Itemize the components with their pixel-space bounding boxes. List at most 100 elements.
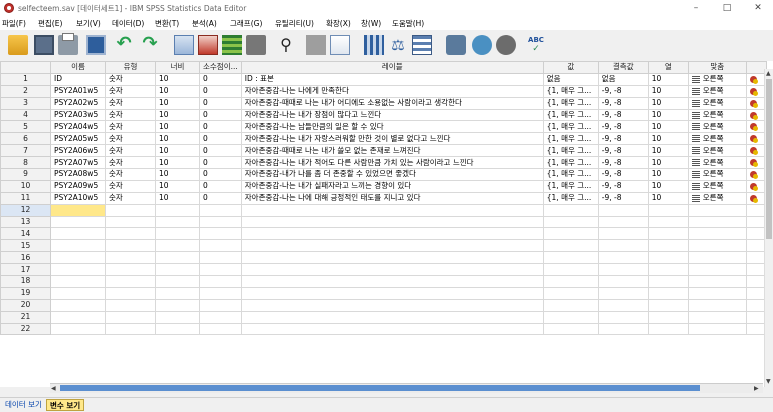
empty-cell[interactable] bbox=[687, 215, 747, 229]
width-cell[interactable]: 10 bbox=[155, 156, 200, 170]
align-cell[interactable]: 오른쪽 bbox=[687, 168, 747, 181]
empty-cell[interactable] bbox=[50, 310, 106, 324]
missing-cell[interactable]: -9, -8 bbox=[597, 108, 649, 122]
values-cell[interactable]: {1, 매우 그... bbox=[542, 84, 599, 98]
row-number[interactable]: 10 bbox=[0, 179, 51, 193]
empty-cell[interactable] bbox=[542, 203, 599, 217]
label-cell[interactable]: ID : 표본 bbox=[240, 72, 544, 86]
select-cases-icon[interactable] bbox=[412, 35, 432, 55]
table-row[interactable]: 9 PSY2A08w5 숫자 10 0 자아존중감-내가 나를 좀 더 존중할 수 있었으… bbox=[0, 168, 767, 181]
empty-cell[interactable] bbox=[105, 286, 156, 300]
row-number[interactable]: 5 bbox=[0, 120, 51, 134]
table-row[interactable]: 1 ID 숫자 10 0 ID : 표본 없음 없음 10 오른쪽 bbox=[0, 72, 767, 86]
row-number[interactable]: 17 bbox=[0, 263, 51, 277]
empty-cell[interactable] bbox=[105, 298, 156, 312]
empty-cell[interactable] bbox=[105, 263, 156, 277]
empty-cell[interactable] bbox=[240, 310, 544, 324]
type-cell[interactable]: 숫자 bbox=[105, 156, 156, 170]
values-cell[interactable]: {1, 매우 그... bbox=[542, 179, 599, 193]
width-cell[interactable]: 10 bbox=[155, 191, 200, 205]
empty-cell[interactable] bbox=[199, 298, 242, 312]
row-number[interactable]: 3 bbox=[0, 96, 51, 110]
align-cell[interactable]: 오른쪽 bbox=[687, 144, 747, 158]
empty-cell[interactable] bbox=[155, 203, 200, 217]
empty-cell[interactable] bbox=[597, 310, 649, 324]
align-cell[interactable]: 오른쪽 bbox=[687, 108, 747, 122]
label-cell[interactable]: 자아존중감-나는 내가 적어도 다른 사람만큼 가치 있는 사람이라고 느낀다 bbox=[240, 156, 544, 170]
align-cell[interactable]: 오른쪽 bbox=[687, 72, 747, 86]
columns-cell[interactable]: 10 bbox=[647, 72, 689, 86]
empty-cell[interactable] bbox=[240, 215, 544, 229]
menu-analyze[interactable]: 분석(A) bbox=[192, 18, 217, 29]
col-header-label[interactable]: 레이블 bbox=[240, 61, 544, 74]
empty-cell[interactable] bbox=[50, 227, 106, 241]
values-cell[interactable]: 없음 bbox=[542, 72, 599, 86]
decimals-cell[interactable]: 0 bbox=[199, 96, 242, 110]
horizontal-scrollbar[interactable]: ◀ ▶ bbox=[50, 383, 763, 393]
empty-cell[interactable] bbox=[687, 310, 747, 324]
scroll-down-icon[interactable]: ▼ bbox=[766, 377, 771, 386]
type-cell[interactable]: 숫자 bbox=[105, 72, 156, 86]
row-number[interactable]: 7 bbox=[0, 144, 51, 158]
table-row[interactable]: 3 PSY2A02w5 숫자 10 0 자아존중감-때때로 나는 내가 어디에도 소용없는… bbox=[0, 96, 767, 110]
empty-cell[interactable] bbox=[155, 227, 200, 241]
spell-check-icon[interactable]: ABC bbox=[526, 35, 546, 55]
row-number[interactable]: 4 bbox=[0, 108, 51, 122]
columns-cell[interactable]: 10 bbox=[647, 144, 689, 158]
table-row[interactable]: 5 PSY2A04w5 숫자 10 0 자아존중감-나는 남들만큼의 일은 할 수 있다{… bbox=[0, 120, 767, 134]
missing-cell[interactable]: -9, -8 bbox=[597, 156, 649, 170]
minimize-button[interactable]: – bbox=[681, 0, 711, 16]
empty-cell[interactable] bbox=[105, 310, 156, 324]
row-number[interactable]: 1 bbox=[0, 72, 51, 86]
missing-cell[interactable]: -9, -8 bbox=[597, 132, 649, 146]
empty-cell[interactable] bbox=[155, 239, 200, 253]
empty-cell[interactable] bbox=[647, 263, 689, 277]
menu-window[interactable]: 창(W) bbox=[361, 18, 381, 29]
empty-cell[interactable] bbox=[155, 310, 200, 324]
table-row[interactable]: 4 PSY2A03w5 숫자 10 0 자아존중감-나는 내가 장점이 많다고 느낀다 {1… bbox=[0, 108, 767, 122]
maximize-button[interactable]: □ bbox=[712, 0, 742, 16]
scroll-right-icon[interactable]: ▶ bbox=[754, 384, 759, 393]
table-row[interactable]: 11 PSY2A10w5 숫자 10 0 자아존중감-나는 나에 대해 긍정적인 태도를 … bbox=[0, 191, 767, 205]
empty-cell[interactable] bbox=[597, 227, 649, 241]
label-cell[interactable]: 자아존중감-나는 나에게 만족한다 bbox=[240, 84, 544, 98]
decimals-cell[interactable]: 0 bbox=[199, 108, 242, 122]
name-cell[interactable]: PSY2A05w5 bbox=[50, 132, 106, 146]
columns-cell[interactable]: 10 bbox=[647, 84, 689, 98]
empty-cell[interactable] bbox=[240, 298, 544, 312]
align-cell[interactable]: 오른쪽 bbox=[687, 179, 747, 193]
table-row[interactable]: 17 bbox=[0, 263, 767, 277]
scroll-up-icon[interactable]: ▲ bbox=[766, 69, 771, 78]
empty-cell[interactable] bbox=[199, 215, 242, 229]
align-cell[interactable]: 오른쪽 bbox=[687, 191, 747, 205]
row-number[interactable]: 12 bbox=[0, 203, 51, 217]
empty-cell[interactable] bbox=[687, 298, 747, 312]
empty-cell[interactable] bbox=[155, 275, 200, 288]
values-cell[interactable]: {1, 매우 그... bbox=[542, 144, 599, 158]
empty-cell[interactable] bbox=[542, 298, 599, 312]
vertical-scroll-thumb[interactable] bbox=[766, 79, 772, 239]
empty-cell[interactable] bbox=[50, 215, 106, 229]
empty-cell[interactable] bbox=[240, 251, 544, 265]
columns-cell[interactable]: 10 bbox=[647, 191, 689, 205]
col-header-type[interactable]: 유형 bbox=[105, 61, 156, 74]
row-number[interactable]: 11 bbox=[0, 191, 51, 205]
empty-cell[interactable] bbox=[240, 263, 544, 277]
values-cell[interactable]: {1, 매우 그... bbox=[542, 168, 599, 181]
empty-cell[interactable] bbox=[597, 215, 649, 229]
name-cell[interactable]: PSY2A02w5 bbox=[50, 96, 106, 110]
empty-cell[interactable] bbox=[155, 251, 200, 265]
empty-cell[interactable] bbox=[687, 322, 747, 336]
menu-file[interactable]: 파일(F) bbox=[2, 18, 26, 29]
split-file-icon[interactable] bbox=[364, 35, 384, 55]
empty-cell[interactable] bbox=[240, 322, 544, 336]
empty-cell[interactable] bbox=[240, 286, 544, 300]
empty-cell[interactable] bbox=[240, 239, 544, 253]
empty-cell[interactable] bbox=[50, 322, 106, 336]
missing-cell[interactable]: -9, -8 bbox=[597, 191, 649, 205]
empty-cell[interactable] bbox=[105, 215, 156, 229]
undo-icon[interactable]: ↶ bbox=[114, 35, 134, 55]
name-cell[interactable]: PSY2A08w5 bbox=[50, 168, 106, 181]
empty-cell[interactable] bbox=[542, 286, 599, 300]
empty-cell[interactable] bbox=[105, 322, 156, 336]
